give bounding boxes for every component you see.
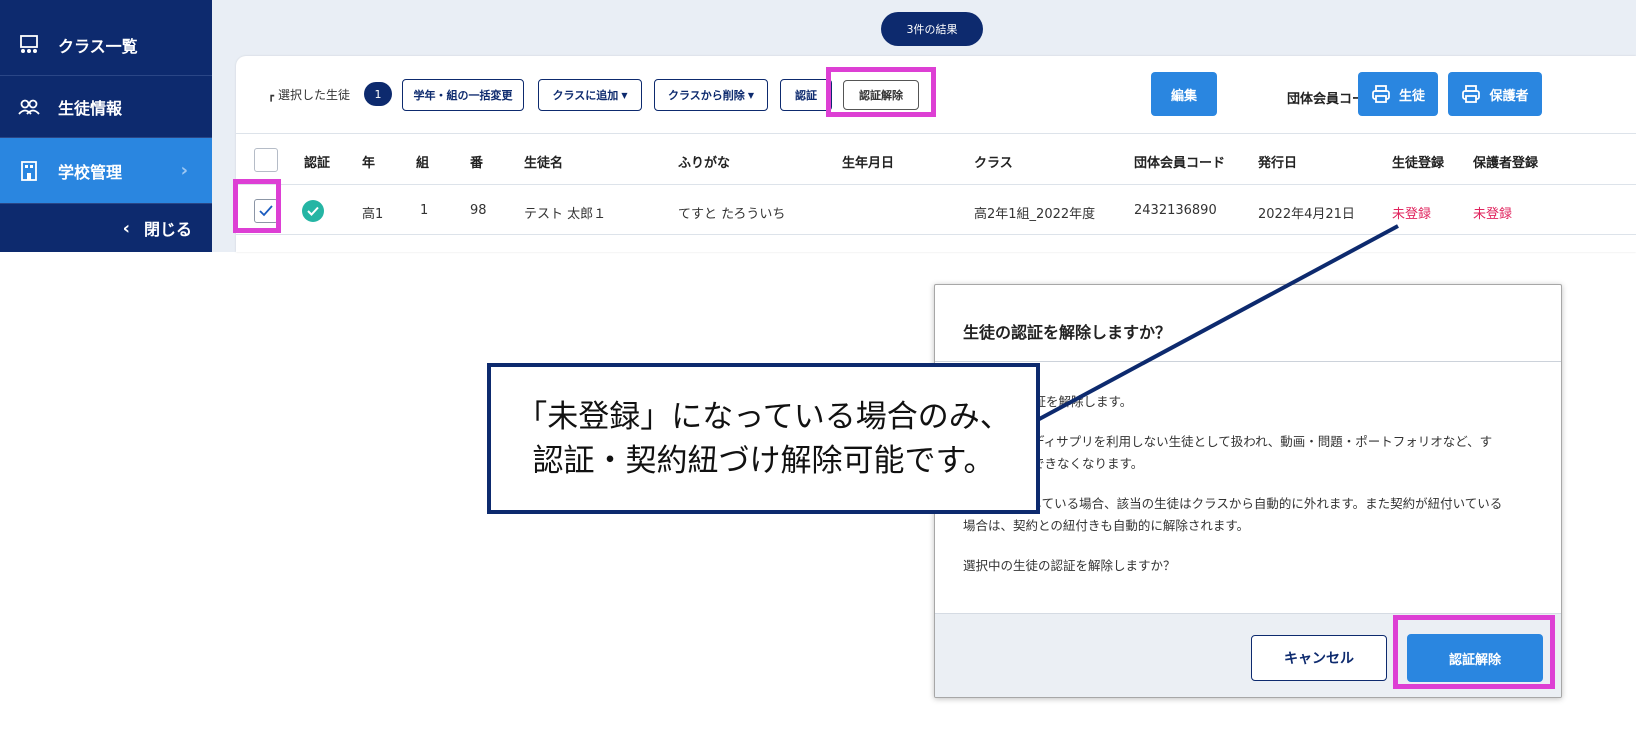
callout-line-2: 認証・契約紐づけ解除可能です。 — [532, 442, 995, 479]
screenshot-stage: クラス一覧 生徒情報 学校管理 › ‹ 閉じる 3件の結果 ┏ 選択した生徒 1… — [0, 0, 1636, 738]
annotation-callout: 「未登録」になっている場合のみ、 認証・契約紐づけ解除可能です。 — [487, 363, 1040, 514]
callout-line-1: 「未登録」になっている場合のみ、 — [516, 398, 1011, 435]
